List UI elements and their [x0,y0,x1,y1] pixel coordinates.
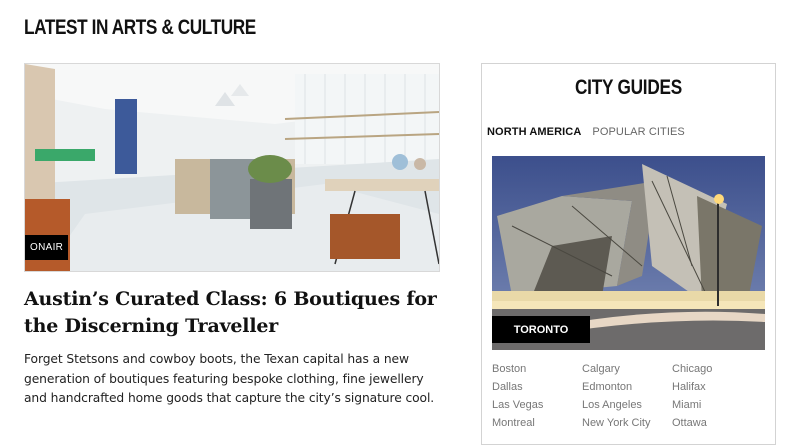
source-badge[interactable]: ONAIR [25,235,69,260]
article-card[interactable]: ONAIR Austin’s Curated Class: 6 Boutique… [24,63,440,409]
city-link-new-york-city[interactable]: New York City [582,414,672,432]
city-guides-title: CITY GUIDES [574,76,683,99]
boutique-interior-image [25,64,439,271]
article-image[interactable]: ONAIR [24,63,440,272]
city-guide-image[interactable]: TORONTO [492,156,765,350]
article-headline[interactable]: Austin’s Curated Class: 6 Boutiques for … [24,286,440,340]
article-summary: Forget Stetsons and cowboy boots, the Te… [24,352,435,405]
city-link-halifax[interactable]: Halifax [672,378,762,396]
city-link-ottawa[interactable]: Ottawa [672,414,762,432]
city-link-calgary[interactable]: Calgary [582,360,672,378]
tab-popular-cities[interactable]: POPULAR CITIES [592,126,684,138]
city-link-dallas[interactable]: Dallas [492,378,582,396]
city-links-grid: Boston Calgary Chicago Dallas Edmonton H… [492,360,767,432]
tab-north-america[interactable]: NORTH AMERICA [487,126,581,138]
city-link-boston[interactable]: Boston [492,360,582,378]
city-link-montreal[interactable]: Montreal [492,414,582,432]
featured-city-badge[interactable]: TORONTO [492,316,590,343]
city-guides-panel: CITY GUIDES NORTH AMERICA POPULAR CITIES [481,63,776,445]
city-guides-tabs: NORTH AMERICA POPULAR CITIES [487,126,685,138]
city-link-chicago[interactable]: Chicago [672,360,762,378]
city-link-miami[interactable]: Miami [672,396,762,414]
city-link-edmonton[interactable]: Edmonton [582,378,672,396]
section-title: LATEST IN ARTS & CULTURE [24,16,256,39]
city-link-las-vegas[interactable]: Las Vegas [492,396,582,414]
city-link-los-angeles[interactable]: Los Angeles [582,396,672,414]
